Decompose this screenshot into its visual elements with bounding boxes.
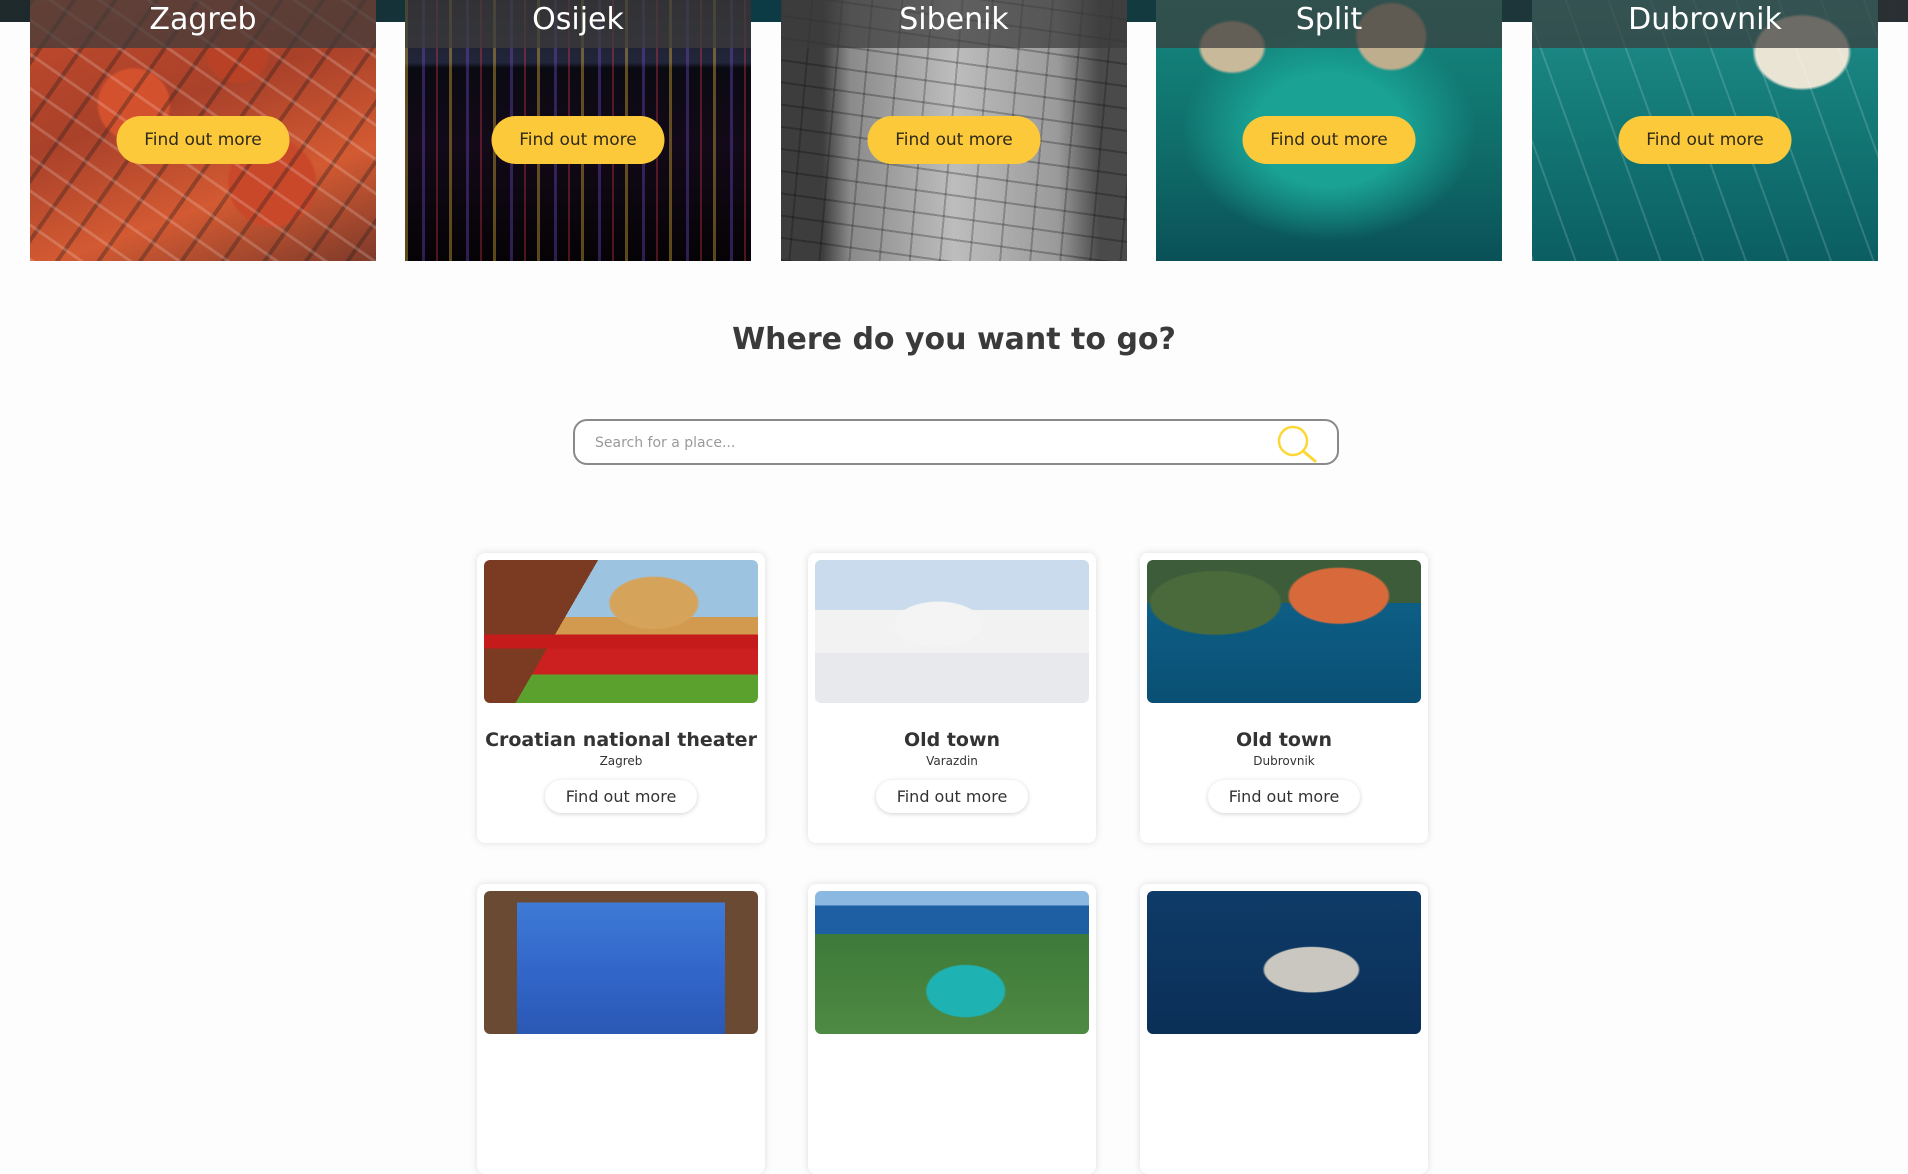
city-tile-osijek: Osijek Find out more (405, 0, 751, 261)
place-card: Old town Dubrovnik Find out more (1140, 553, 1428, 843)
city-title: Sibenik (781, 0, 1127, 48)
place-card: Old town Varazdin Find out more (808, 553, 1096, 843)
place-card: Croatian national theater Zagreb Find ou… (477, 553, 765, 843)
place-image (815, 560, 1089, 703)
place-image (1147, 891, 1421, 1034)
place-location: Varazdin (926, 754, 978, 768)
place-find-out-more-button[interactable]: Find out more (1208, 780, 1360, 813)
place-image (815, 891, 1089, 1034)
place-location: Zagreb (599, 754, 643, 768)
city-title: Dubrovnik (1532, 0, 1878, 48)
place-name: Croatian national theater (485, 729, 757, 751)
city-title: Split (1156, 0, 1502, 48)
city-tile-zagreb: Zagreb Find out more (30, 0, 376, 261)
city-title: Osijek (405, 0, 751, 48)
place-name: Old town (903, 729, 1001, 751)
city-tile-sibenik: Sibenik Find out more (781, 0, 1127, 261)
city-tiles: Zagreb Find out more Osijek Find out mor… (0, 0, 1908, 262)
place-name: Old town (1235, 729, 1333, 751)
city-tile-split: Split Find out more (1156, 0, 1502, 261)
city-tile-dubrovnik: Dubrovnik Find out more (1532, 0, 1878, 261)
city-find-out-more-button[interactable]: Find out more (1618, 116, 1792, 164)
place-find-out-more-button[interactable]: Find out more (545, 780, 697, 813)
place-image (484, 560, 758, 703)
city-find-out-more-button[interactable]: Find out more (867, 116, 1041, 164)
place-card (808, 884, 1096, 1174)
city-find-out-more-button[interactable]: Find out more (116, 116, 290, 164)
city-title: Zagreb (30, 0, 376, 48)
place-find-out-more-button[interactable]: Find out more (876, 780, 1028, 813)
search-icon[interactable] (1275, 424, 1319, 464)
place-card (1140, 884, 1428, 1174)
place-location: Dubrovnik (1253, 754, 1315, 768)
city-find-out-more-button[interactable]: Find out more (1242, 116, 1416, 164)
place-card (477, 884, 765, 1174)
city-find-out-more-button[interactable]: Find out more (491, 116, 665, 164)
page-heading: Where do you want to go? (732, 322, 1176, 357)
place-image (1147, 560, 1421, 703)
place-image (484, 891, 758, 1034)
search-box (573, 419, 1339, 465)
search-input[interactable] (593, 429, 1237, 457)
